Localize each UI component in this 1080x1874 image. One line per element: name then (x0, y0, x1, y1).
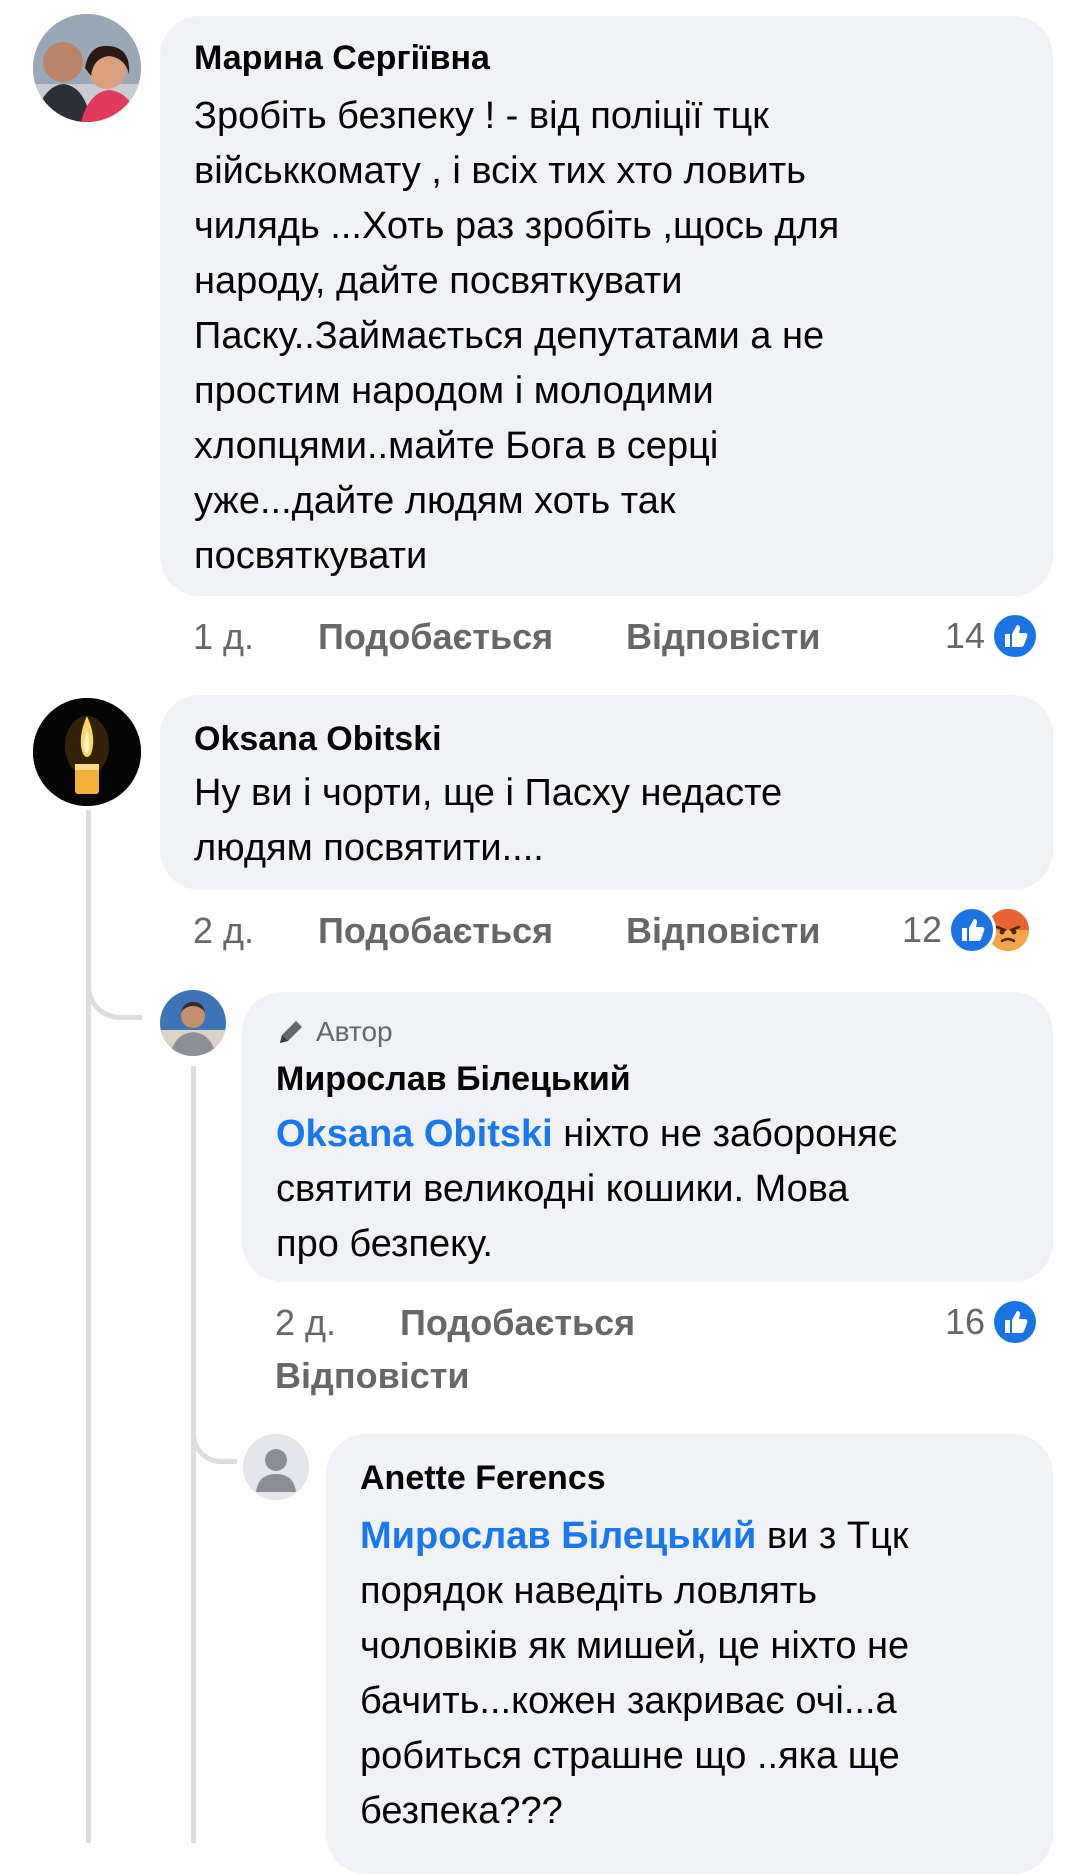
avatar[interactable] (33, 14, 141, 122)
author-badge-label: Автор (316, 1016, 393, 1047)
thread-curve (86, 948, 142, 1020)
reply-bubble[interactable]: Anette Ferencs Мирослав Білецький ви з Т… (326, 1434, 1053, 1874)
mention-link[interactable]: Мирослав Білецький (360, 1515, 756, 1557)
thread-curve (191, 1400, 237, 1464)
avatar[interactable] (243, 1434, 309, 1500)
comment-timestamp[interactable]: 2 д. (193, 909, 254, 953)
reply-author[interactable]: Мирослав Білецький (276, 1059, 1019, 1099)
reactions[interactable]: 12 (902, 906, 1033, 954)
reply-button[interactable]: Відповісти (626, 909, 821, 953)
reactions-count: 16 (945, 1301, 986, 1342)
comment-bubble[interactable]: Oksana Obitski Ну ви і чорти, ще і Пасху… (160, 695, 1053, 890)
reactions-count: 12 (902, 909, 943, 950)
reactions[interactable]: 14 (945, 612, 1040, 660)
pencil-icon (280, 1021, 302, 1043)
thread-line (191, 1066, 196, 1843)
author-badge: Автор (276, 1014, 1019, 1050)
reactions-count: 14 (945, 615, 986, 656)
avatar-photo (160, 990, 226, 1056)
reply-text: Oksana Obitski ніхто не забороняє святит… (276, 1107, 1019, 1272)
like-button[interactable]: Подобається (318, 615, 553, 659)
reply-button[interactable]: Відповісти (275, 1354, 470, 1398)
like-reaction-icon (948, 906, 997, 954)
reply-bubble[interactable]: Автор Мирослав Білецький Oksana Obitski … (242, 992, 1053, 1282)
candle-icon (33, 698, 141, 806)
reply-timestamp[interactable]: 2 д. (275, 1301, 336, 1345)
mention-link[interactable]: Oksana Obitski (276, 1113, 553, 1155)
comment-text: Зробіть безпеку ! - від поліції тцк війс… (194, 95, 840, 577)
like-reaction-icon (991, 612, 1040, 660)
reply-text: Мирослав Білецький ви з Тцк порядок наве… (360, 1509, 1019, 1839)
avatar-photo (33, 14, 141, 122)
reactions[interactable]: 16 (945, 1298, 1040, 1346)
comment-bubble[interactable]: Марина Сергіївна Зробіть безпеку ! - від… (160, 16, 1053, 596)
reply-body: ви з Тцк порядок наведіть ловлять чолові… (360, 1515, 910, 1832)
comment-text: Ну ви і чорти, ще і Пасху недасте людям … (194, 772, 783, 869)
default-avatar-icon (243, 1434, 309, 1500)
comment-author[interactable]: Марина Сергіївна (194, 38, 1019, 78)
like-button[interactable]: Подобається (400, 1301, 635, 1345)
like-button[interactable]: Подобається (318, 909, 553, 953)
like-reaction-icon (991, 1298, 1040, 1346)
avatar[interactable] (160, 990, 226, 1056)
reply-author[interactable]: Anette Ferencs (360, 1458, 1019, 1498)
reply-button[interactable]: Відповісти (626, 615, 821, 659)
comment-timestamp[interactable]: 1 д. (193, 615, 254, 659)
avatar[interactable] (33, 698, 141, 806)
comment-author[interactable]: Oksana Obitski (194, 719, 1019, 759)
